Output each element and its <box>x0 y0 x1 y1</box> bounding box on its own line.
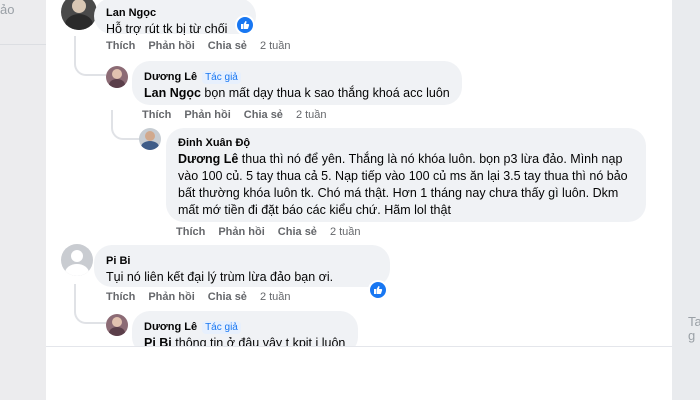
avatar[interactable] <box>106 66 128 88</box>
thread-line <box>111 110 141 140</box>
comment-text: mất mớ tiền đi đặt báo các kiểu chứ. Hãm… <box>178 203 451 217</box>
share-button[interactable]: Chia sẻ <box>208 40 247 52</box>
share-button[interactable]: Chia sẻ <box>208 291 247 303</box>
author-badge: Tác giả <box>202 321 241 334</box>
comment-author[interactable]: Lan Ngọc <box>106 6 156 20</box>
comment-text: Lan Ngọc bọn mất dạy thua k sao thắng kh… <box>144 86 450 100</box>
background-right: Ta g <box>672 0 700 400</box>
comment-bubble: Lan Ngọc Hỗ trợ rút tk bị từ chối <box>94 0 256 36</box>
thread-line <box>74 36 106 76</box>
background-post-left: ảo <box>0 0 46 400</box>
comment-time[interactable]: 2 tuần <box>260 40 291 52</box>
reply-button[interactable]: Phản hồi <box>148 40 194 52</box>
comment-author[interactable]: Dương Lê <box>144 70 197 84</box>
avatar[interactable] <box>61 0 97 30</box>
comment-composer-area <box>46 346 672 400</box>
comment-author[interactable]: Dương Lê <box>144 320 197 334</box>
background-text: g <box>688 328 696 343</box>
background-text: Ta <box>688 314 700 329</box>
like-reaction-icon[interactable] <box>368 280 388 300</box>
comment-time[interactable]: 2 tuần <box>296 109 327 121</box>
like-button[interactable]: Thích <box>142 109 171 121</box>
comment-actions: Thích Phản hồi Chia sẻ 2 tuần <box>142 109 327 121</box>
share-button[interactable]: Chia sẻ <box>244 109 283 121</box>
comment-time[interactable]: 2 tuần <box>260 291 291 303</box>
avatar[interactable] <box>139 128 161 150</box>
comment-actions: Thích Phản hồi Chia sẻ 2 tuần <box>106 40 291 52</box>
thread-line <box>74 284 106 324</box>
comment-text: Hỗ trợ rút tk bị từ chối <box>106 22 228 36</box>
comment-actions: Thích Phản hồi Chia sẻ 2 tuần <box>176 226 361 238</box>
comment-bubble: Pi Bi Tụi nó liên kết đại lý trùm lừa đả… <box>94 245 390 287</box>
comment-bubble: Đinh Xuân Độ Dương Lê thua thì nó để yên… <box>166 128 646 222</box>
comment-text: Tụi nó liên kết đại lý trùm lừa đảo bạn … <box>106 270 334 284</box>
like-reaction-icon[interactable] <box>235 15 255 35</box>
comment-actions: Thích Phản hồi Chia sẻ 2 tuần <box>106 291 291 303</box>
mention-link[interactable]: Lan Ngọc <box>144 86 201 100</box>
share-button[interactable]: Chia sẻ <box>278 226 317 238</box>
comment-text: Dương Lê thua thì nó để yên. Thắng là nó… <box>178 152 623 166</box>
mention-link[interactable]: Dương Lê <box>178 152 238 166</box>
comment-text: vào 100 củ. 5 tay thua cả 5. Nạp tiếp và… <box>178 169 628 183</box>
reply-button[interactable]: Phản hồi <box>218 226 264 238</box>
reply-button[interactable]: Phản hồi <box>148 291 194 303</box>
comment-author[interactable]: Đinh Xuân Độ <box>178 136 250 150</box>
like-button[interactable]: Thích <box>176 226 205 238</box>
like-button[interactable]: Thích <box>106 40 135 52</box>
background-text: ảo <box>0 2 15 17</box>
comment-bubble: Dương Lê Tác giả Lan Ngọc bọn mất dạy thu… <box>132 61 462 105</box>
author-badge: Tác giả <box>202 71 241 84</box>
comment-time[interactable]: 2 tuần <box>330 226 361 238</box>
comment-author[interactable]: Pi Bi <box>106 254 130 268</box>
comment-text: bất thường khóa luôn tk. Chó má thật. Hơ… <box>178 186 619 200</box>
like-button[interactable]: Thích <box>106 291 135 303</box>
reply-button[interactable]: Phản hồi <box>184 109 230 121</box>
divider <box>0 44 46 45</box>
avatar[interactable] <box>61 244 93 276</box>
comments-panel: Lan Ngọc Hỗ trợ rút tk bị từ chối Thích … <box>46 0 672 400</box>
avatar[interactable] <box>106 314 128 336</box>
